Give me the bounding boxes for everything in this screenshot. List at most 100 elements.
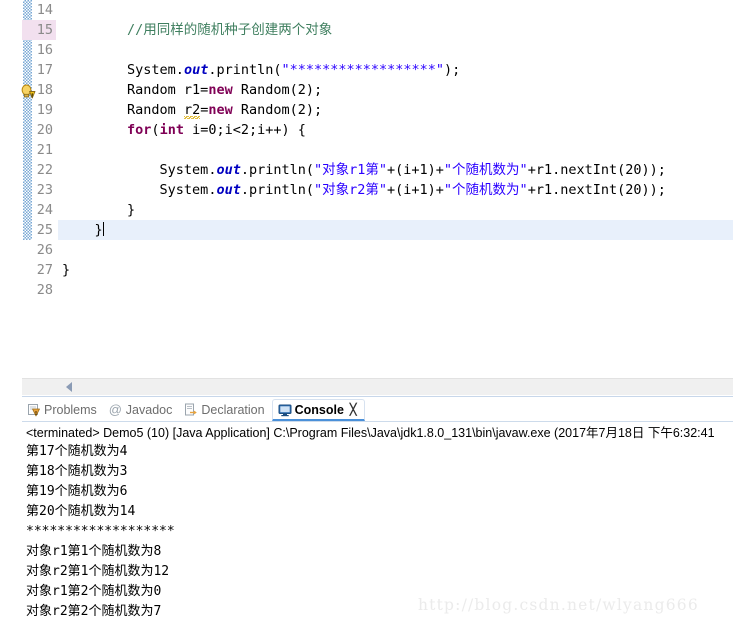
editor-left-margin (0, 0, 22, 378)
code-token: Random(2); (232, 82, 323, 98)
tab-console[interactable]: Console ╳ (271, 399, 365, 421)
code-token: ); (444, 62, 461, 78)
line-number[interactable]: 27 (22, 260, 56, 280)
tab-label: Problems (44, 403, 97, 417)
code-token: "个随机数为" (443, 182, 528, 198)
code-line[interactable]: for(int i=0;i<2;i++) { (58, 120, 733, 140)
javadoc-at-icon: @ (108, 402, 122, 417)
code-token: Random(2); (232, 102, 323, 118)
code-line[interactable]: } (58, 260, 733, 280)
console-line: 对象r1第2个随机数为0 (26, 584, 162, 599)
code-token: int (159, 122, 184, 138)
code-token: +r1.nextInt(20)); (527, 182, 666, 198)
code-line[interactable] (58, 140, 733, 160)
line-number[interactable]: 25 (22, 220, 56, 240)
console-line: 对象r1第1个随机数为8 (26, 544, 162, 559)
code-line[interactable] (58, 0, 733, 20)
tab-label: Declaration (201, 403, 265, 417)
console-line: 第18个随机数为3 (26, 464, 128, 479)
code-token: +(i+1)+ (387, 162, 444, 178)
code-token: .println( (240, 182, 314, 198)
code-line[interactable]: Random r1=new Random(2); (58, 80, 733, 100)
code-token: } (62, 222, 103, 238)
code-token: "对象r2第" (314, 182, 388, 198)
line-number[interactable]: 16 (22, 40, 56, 60)
code-token: +r1.nextInt(20)); (527, 162, 666, 178)
line-number[interactable]: 26 (22, 240, 56, 260)
code-token: Random r1= (127, 82, 209, 98)
code-token: +(i+1)+ (387, 182, 444, 198)
line-number[interactable]: 15 (22, 20, 56, 40)
code-token: System. (159, 182, 217, 198)
code-line[interactable] (58, 280, 733, 300)
console-line: 第19个随机数为6 (26, 484, 128, 499)
line-number[interactable]: 17 (22, 60, 56, 80)
code-token: r2 (183, 102, 201, 119)
code-token: System. (159, 162, 217, 178)
code-token: ( (151, 122, 160, 138)
tab-declaration[interactable]: Declaration (179, 399, 271, 421)
code-editor[interactable]: 14 15 16 17 18 19 20 21 22 23 24 25 26 27 28 //用同样的随机种… (0, 0, 733, 378)
editor-horizontal-scrollbar[interactable] (22, 378, 733, 395)
code-token: new (208, 102, 233, 118)
code-line[interactable] (58, 40, 733, 60)
console-output[interactable]: <terminated> Demo5 (10) [Java Applicatio… (22, 424, 733, 627)
line-number[interactable]: 14 (22, 0, 56, 20)
gutter-separator (56, 0, 57, 378)
code-token: new (208, 82, 233, 98)
tab-javadoc[interactable]: @ Javadoc (104, 399, 180, 421)
text-caret (102, 222, 104, 236)
triangle-left-icon[interactable] (66, 382, 72, 392)
code-token: i=0;i<2;i++) { (183, 122, 306, 138)
code-text-area[interactable]: //用同样的随机种子创建两个对象 System.out.println("***… (58, 0, 733, 378)
code-token: "对象r1第" (314, 162, 388, 178)
code-token: "******************" (281, 62, 445, 78)
panel-top-divider (22, 396, 733, 397)
line-number[interactable]: 20 (22, 120, 56, 140)
console-line: 对象r2第1个随机数为12 (26, 564, 170, 579)
tab-bar-underline (22, 421, 733, 422)
close-icon[interactable]: ╳ (350, 403, 357, 416)
code-line[interactable]: System.out.println("对象r1第"+(i+1)+"个随机数为"… (58, 160, 733, 180)
warning-bulb-icon[interactable] (20, 84, 36, 100)
code-line[interactable]: } (58, 220, 733, 240)
code-token: .println( (240, 162, 314, 178)
tab-label: Console (294, 402, 344, 417)
line-number[interactable]: 24 (22, 200, 56, 220)
line-number[interactable]: 23 (22, 180, 56, 200)
line-number[interactable]: 28 (22, 280, 56, 300)
code-line[interactable]: System.out.println("******************")… (58, 60, 733, 80)
console-line: 对象r2第2个随机数为7 (26, 604, 162, 619)
line-number[interactable]: 19 (22, 100, 56, 120)
code-token: } (62, 262, 71, 278)
code-token: } (62, 202, 136, 218)
code-token: out (216, 162, 241, 178)
tab-problems[interactable]: Problems (22, 399, 104, 421)
console-line: 第20个随机数为14 (26, 504, 136, 519)
code-token: out (183, 62, 209, 78)
code-token: "个随机数为" (443, 162, 528, 178)
code-line[interactable]: Random r2=new Random(2); (58, 100, 733, 120)
line-number[interactable]: 22 (22, 160, 56, 180)
code-line[interactable] (58, 240, 733, 260)
line-number[interactable]: 21 (22, 140, 56, 160)
view-tab-bar[interactable]: Problems @ Javadoc Declaration Console ╳ (22, 398, 733, 422)
code-token: out (216, 182, 241, 198)
code-line[interactable]: //用同样的随机种子创建两个对象 (58, 20, 733, 40)
tab-label: Javadoc (125, 403, 173, 417)
problems-icon (27, 403, 41, 417)
declaration-icon (184, 403, 198, 417)
line-number-ruler[interactable]: 14 15 16 17 18 19 20 21 22 23 24 25 26 27 28 (22, 0, 56, 378)
code-token: System. (127, 62, 184, 78)
code-token: .println( (208, 62, 282, 78)
code-line[interactable]: } (58, 200, 733, 220)
console-line: ******************* (26, 524, 175, 539)
code-line[interactable]: System.out.println("对象r2第"+(i+1)+"个随机数为"… (58, 180, 733, 200)
console-line: 第17个随机数为4 (26, 444, 128, 459)
